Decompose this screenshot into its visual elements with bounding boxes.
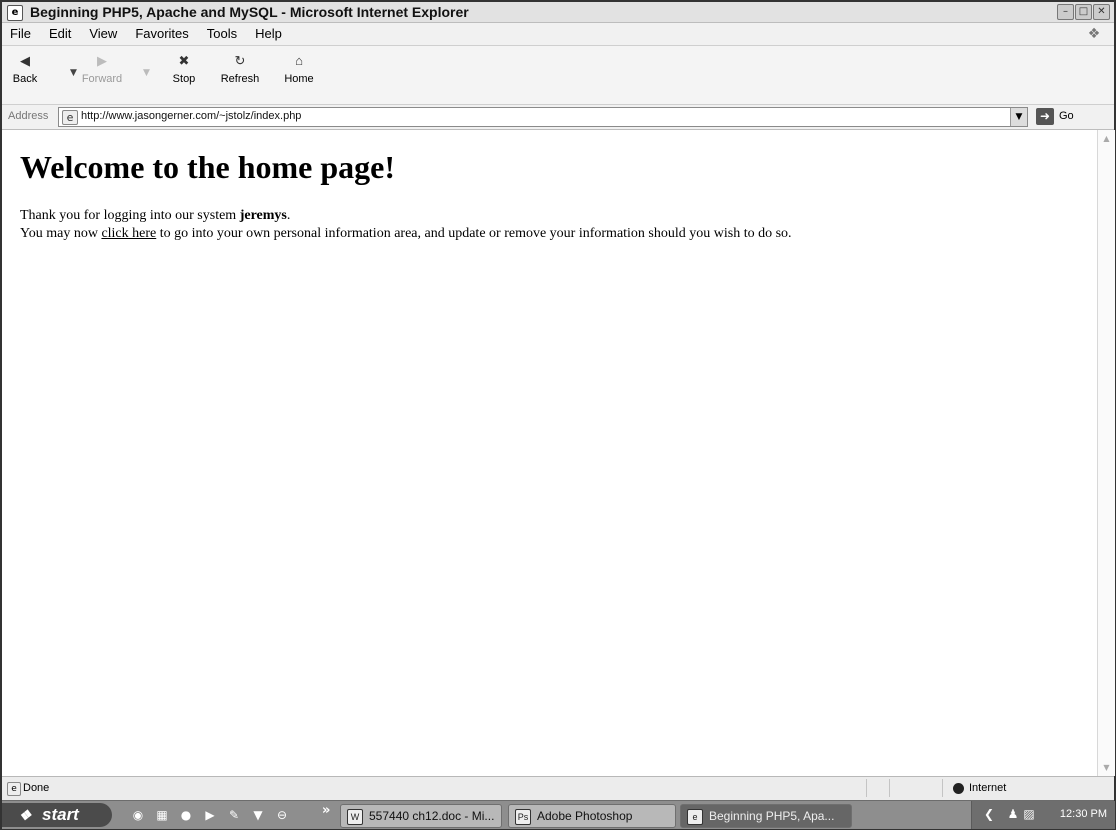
minimize-icon[interactable]: –	[1057, 4, 1074, 20]
address-dropdown-icon[interactable]: ▼	[1010, 108, 1027, 126]
address-bar: Address e http://www.jasongerner.com/~js…	[2, 105, 1114, 130]
page-content: Welcome to the home page! Thank you for …	[2, 130, 1097, 776]
status-zone-panel	[942, 779, 1115, 797]
quicklaunch-overflow-chevron[interactable]: »	[322, 803, 330, 818]
taskbar-item-browser[interactable]: e Beginning PHP5, Apa...	[680, 804, 852, 828]
photoshop-icon: Ps	[515, 808, 531, 825]
refresh-button[interactable]: ↻ Refresh	[218, 52, 262, 85]
maximize-icon[interactable]: □	[1075, 4, 1092, 20]
status-text: Done	[23, 782, 50, 794]
taskbar-item-label: 557440 ch12.doc - Mi...	[369, 809, 495, 823]
quicklaunch-folder-icon[interactable]: ▦	[154, 807, 170, 823]
windows-flag-icon: ❖	[18, 807, 32, 823]
back-history-dropdown-icon[interactable]: ▼	[70, 68, 77, 78]
menu-favorites[interactable]: Favorites	[135, 26, 188, 41]
start-label: start	[42, 805, 79, 824]
start-button[interactable]: ❖ start	[2, 803, 112, 827]
taskbar-item-photoshop[interactable]: Ps Adobe Photoshop	[508, 804, 676, 828]
back-arrow-icon: ◀	[20, 53, 30, 68]
instruction-suffix: to go into your own personal information…	[156, 226, 792, 241]
go-arrow-icon[interactable]: ➜	[1036, 108, 1054, 125]
word-document-icon: W	[347, 808, 363, 825]
taskbar-item-word[interactable]: W 557440 ch12.doc - Mi...	[340, 804, 502, 828]
system-tray: ❮ ♟ ▨ 12:30 PM	[971, 801, 1115, 829]
tray-user-icon[interactable]: ♟	[1006, 807, 1020, 821]
scroll-down-icon[interactable]: ▼	[1098, 759, 1115, 776]
taskbar: ❖ start ◉ ▦ ● ▶ ✎ ▼ ⊖ » W 557440 ch12.doc…	[2, 800, 1115, 829]
menu-tools[interactable]: Tools	[207, 26, 237, 41]
security-zone-label: Internet	[969, 782, 1007, 794]
stop-button-label: Stop	[172, 73, 196, 85]
taskbar-clock[interactable]: 12:30 PM	[1060, 808, 1107, 820]
status-bar: e Done Internet	[2, 776, 1114, 800]
close-icon[interactable]: ✕	[1093, 4, 1110, 20]
forward-button[interactable]: ▶ Forward	[78, 52, 126, 85]
menu-view[interactable]: View	[89, 26, 117, 41]
welcome-text: Thank you for logging into our system je…	[20, 207, 792, 243]
instruction-prefix: You may now	[20, 226, 102, 241]
status-panel	[889, 779, 912, 797]
home-icon: ⌂	[295, 53, 303, 68]
title-bar: e Beginning PHP5, Apache and MySQL - Mic…	[2, 2, 1114, 23]
menu-edit[interactable]: Edit	[49, 26, 71, 41]
address-label: Address	[8, 110, 49, 122]
tray-expand-icon[interactable]: ❮	[982, 807, 996, 821]
stop-button[interactable]: ✖ Stop	[168, 52, 200, 85]
home-button[interactable]: ⌂ Home	[282, 52, 316, 85]
address-url[interactable]: http://www.jasongerner.com/~jstolz/index…	[81, 110, 301, 122]
status-panel	[866, 779, 889, 797]
back-button-label: Back	[12, 73, 38, 85]
tray-network-icon[interactable]: ▨	[1022, 807, 1036, 821]
quicklaunch-media-icon[interactable]: ▶	[202, 807, 218, 823]
address-input[interactable]: e http://www.jasongerner.com/~jstolz/ind…	[58, 107, 1028, 127]
menu-help[interactable]: Help	[255, 26, 282, 41]
click-here-link[interactable]: click here	[101, 226, 156, 241]
windows-logo-icon: ❖	[1087, 26, 1101, 42]
quicklaunch-globe-icon[interactable]: ⊖	[274, 807, 290, 823]
vertical-scrollbar[interactable]: ▲ ▼	[1097, 130, 1115, 776]
forward-arrow-icon: ▶	[97, 53, 107, 68]
quicklaunch-ie-icon[interactable]: ●	[178, 807, 194, 823]
back-button[interactable]: ◀ Back	[8, 52, 42, 85]
page-icon: e	[62, 110, 78, 125]
forward-history-dropdown-icon[interactable]: ▼	[143, 68, 150, 78]
browser-window: e Beginning PHP5, Apache and MySQL - Mic…	[0, 0, 1116, 830]
scroll-up-icon[interactable]: ▲	[1098, 130, 1115, 147]
page-status-icon: e	[7, 782, 21, 796]
internet-zone-icon	[953, 783, 964, 794]
quicklaunch-editor-icon[interactable]: ✎	[226, 807, 242, 823]
window-controls: – □ ✕	[1057, 4, 1110, 20]
forward-button-label: Forward	[81, 73, 123, 85]
welcome-line-prefix: Thank you for logging into our system	[20, 208, 240, 223]
refresh-icon: ↻	[234, 53, 246, 68]
home-button-label: Home	[284, 73, 314, 85]
internet-explorer-icon[interactable]: e	[7, 5, 23, 21]
welcome-line-suffix: .	[286, 208, 291, 223]
username: jeremys	[239, 208, 287, 223]
menu-file[interactable]: File	[10, 26, 31, 41]
internet-explorer-icon: e	[687, 808, 703, 825]
quicklaunch-browser-icon[interactable]: ◉	[130, 807, 146, 823]
refresh-button-label: Refresh	[220, 73, 260, 85]
quicklaunch-filter-icon[interactable]: ▼	[250, 807, 266, 823]
stop-icon: ✖	[178, 53, 190, 68]
window-title: Beginning PHP5, Apache and MySQL - Micro…	[30, 4, 469, 20]
taskbar-item-label: Beginning PHP5, Apa...	[709, 809, 835, 823]
go-button-label[interactable]: Go	[1059, 110, 1074, 122]
page-heading: Welcome to the home page!	[20, 149, 396, 185]
toolbar: ◀ Back ▼ ▶ Forward ▼ ✖ Stop ↻ Refresh ⌂ …	[2, 46, 1114, 105]
taskbar-item-label: Adobe Photoshop	[537, 809, 633, 823]
menu-bar: File Edit View Favorites Tools Help ❖	[2, 23, 1114, 46]
